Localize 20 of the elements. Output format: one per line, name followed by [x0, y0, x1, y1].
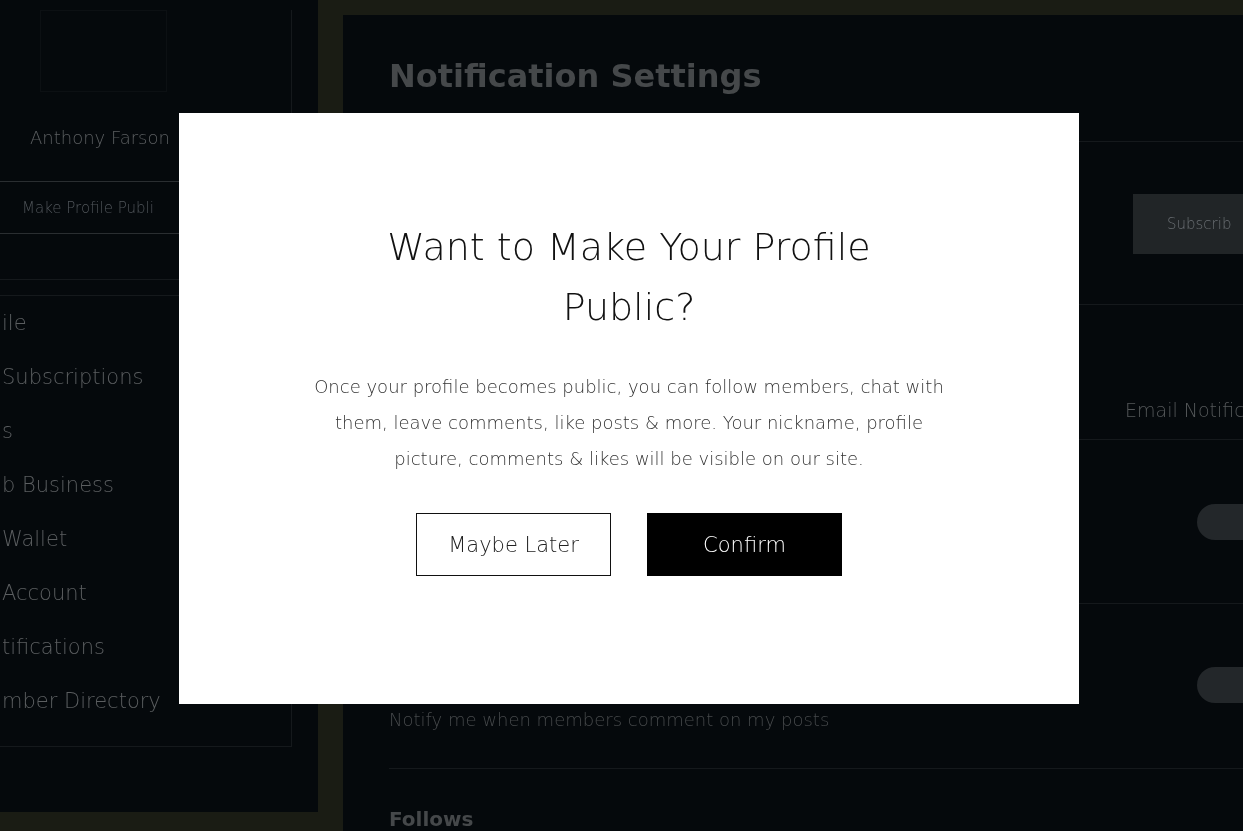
confirm-button[interactable]: Confirm	[647, 513, 842, 576]
sidebar-item[interactable]: Subscriptions	[2, 365, 144, 389]
sidebar-item[interactable]: s	[2, 419, 13, 443]
sidebar-item[interactable]: ile	[2, 311, 27, 335]
section-heading: Follows	[389, 807, 474, 831]
setting-description: Notify me when members comment on my posts	[389, 709, 831, 730]
maybe-later-button[interactable]: Maybe Later	[416, 513, 611, 576]
column-header: Email Notific	[1125, 398, 1243, 421]
sidebar-item[interactable]: Wallet	[2, 527, 68, 551]
dialog-title: Want to Make Your Profile Public?	[386, 224, 872, 331]
toggle-switch[interactable]	[1197, 667, 1243, 704]
sidebar-item[interactable]: b Business	[2, 473, 114, 497]
toggle-switch[interactable]	[1197, 503, 1243, 540]
dialog-message: Once your profile becomes public, you can follow members, chat with them, leave comments, like posts & more. Your nickname, profile picture, comments & likes will be visible on our site.	[313, 375, 945, 471]
sidebar-item[interactable]: tifications	[2, 635, 105, 659]
page-title: Notification Settings	[389, 57, 762, 95]
sidebar-item[interactable]: mber Directory	[2, 689, 161, 713]
sidebar-item[interactable]: Account	[2, 581, 87, 605]
subscribe-button[interactable]: Subscrib	[1133, 193, 1243, 254]
member-name: Anthony Farson	[29, 126, 171, 150]
